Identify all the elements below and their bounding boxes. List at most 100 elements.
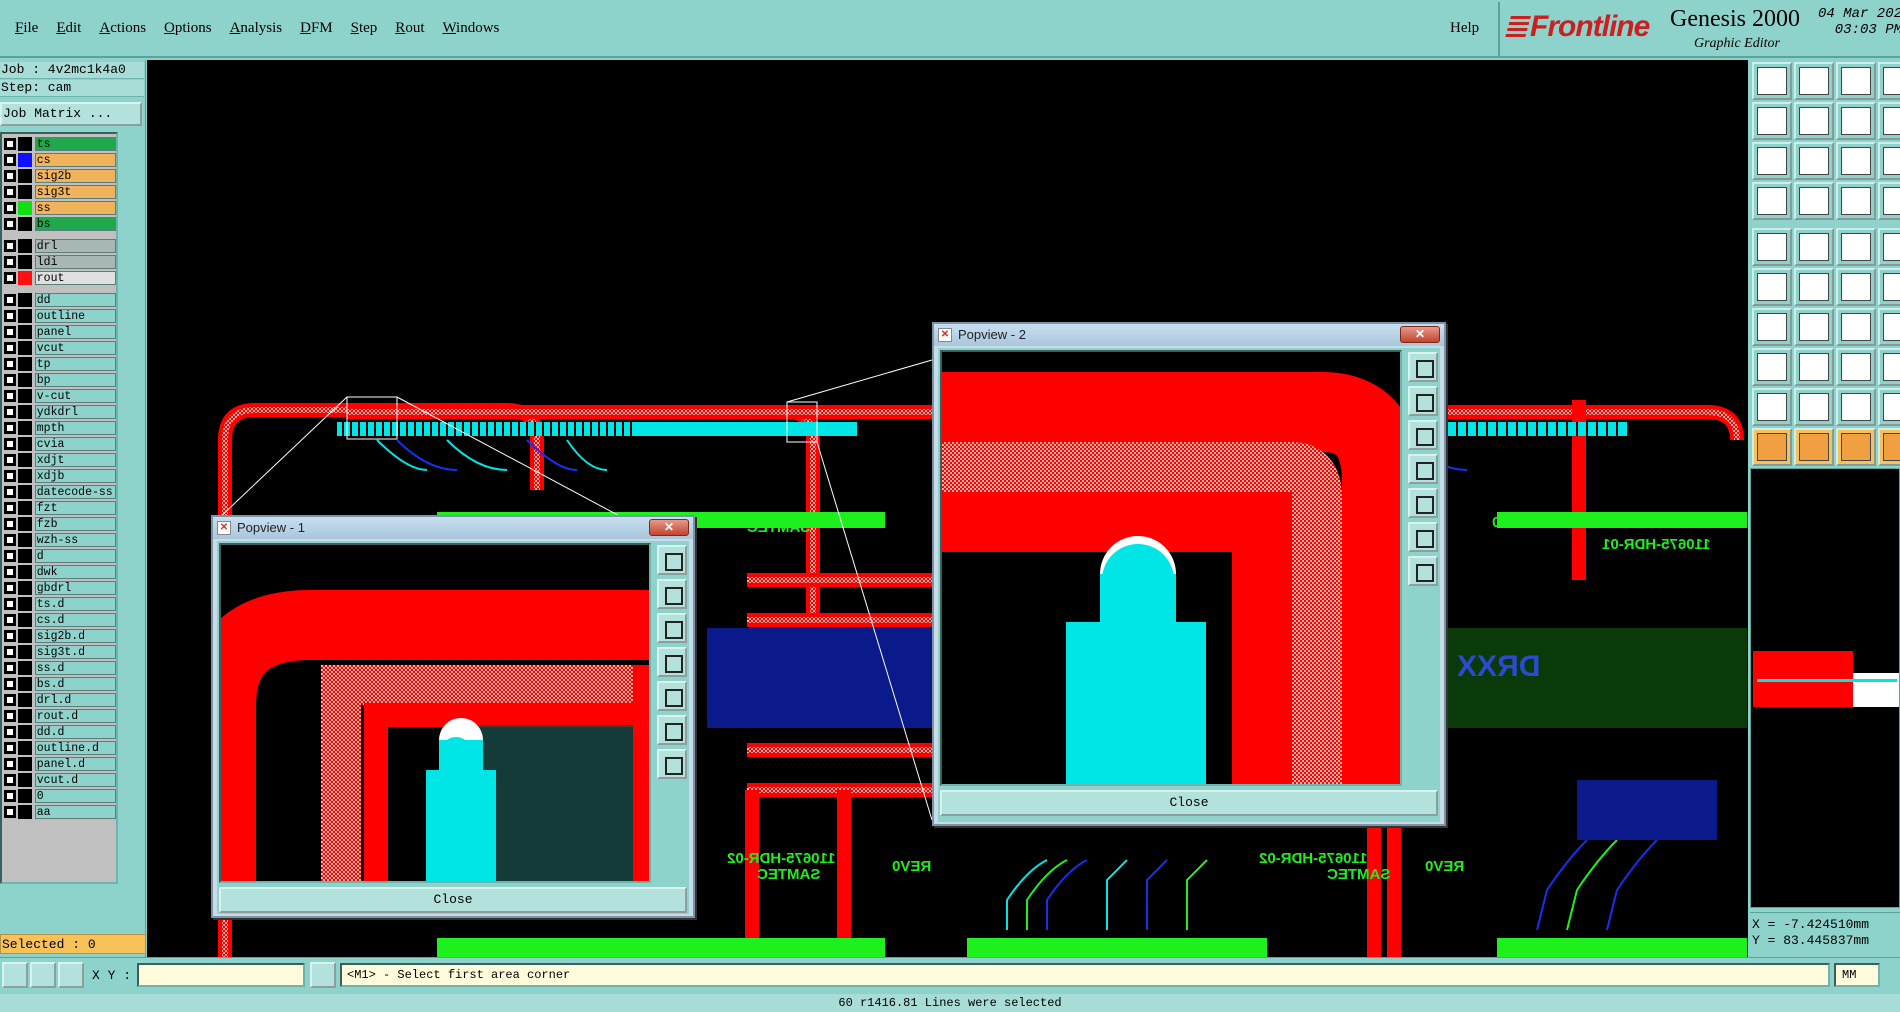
layer-row[interactable]: panel: [2, 324, 116, 340]
layer-color-swatch[interactable]: [17, 693, 32, 707]
job-matrix-button[interactable]: Job Matrix ...: [0, 102, 142, 126]
layer-color-swatch[interactable]: [17, 597, 32, 611]
layer-checkbox[interactable]: [4, 454, 16, 466]
pad-icon[interactable]: [1794, 182, 1834, 220]
layer-color-swatch[interactable]: [17, 773, 32, 787]
menu-analysis[interactable]: Analysis: [221, 20, 292, 37]
layer-row[interactable]: sig2b.d: [2, 628, 116, 644]
layer-name[interactable]: bs.d: [34, 677, 116, 691]
layer-row[interactable]: sig3t.d: [2, 644, 116, 660]
layer-name[interactable]: ldi: [34, 255, 116, 269]
layer-checkbox[interactable]: [4, 806, 16, 818]
zoom-out-button[interactable]: [657, 749, 687, 779]
layer-row[interactable]: xdjb: [2, 468, 116, 484]
layer-checkbox[interactable]: [4, 742, 16, 754]
layer-checkbox[interactable]: [4, 438, 16, 450]
diag-icon[interactable]: [1794, 308, 1834, 346]
layer-color-swatch[interactable]: [17, 153, 32, 167]
layer-row[interactable]: dd.d: [2, 724, 116, 740]
layer-row[interactable]: bs: [2, 216, 116, 232]
layer-color-swatch[interactable]: [17, 741, 32, 755]
layer-name[interactable]: wzh-ss: [34, 533, 116, 547]
pan-up-button[interactable]: [1408, 386, 1438, 416]
layer-row[interactable]: ss.d: [2, 660, 116, 676]
layer-row[interactable]: ydkdrl: [2, 404, 116, 420]
pointer-icon[interactable]: [1752, 428, 1792, 466]
units-selector[interactable]: MM: [1834, 963, 1880, 987]
layer-color-swatch[interactable]: [17, 293, 32, 307]
menu-windows[interactable]: Windows: [433, 20, 508, 37]
layer-checkbox[interactable]: [4, 202, 16, 214]
layer-row[interactable]: panel.d: [2, 756, 116, 772]
layer-name[interactable]: rout: [34, 271, 116, 285]
layer-name[interactable]: dd: [34, 293, 116, 307]
popview-2-close-button[interactable]: Close: [940, 790, 1438, 816]
layer-color-swatch[interactable]: [17, 255, 32, 269]
layer-checkbox[interactable]: [4, 502, 16, 514]
triangle-icon[interactable]: [1752, 388, 1792, 426]
angle-icon[interactable]: [1752, 308, 1792, 346]
pan-down-button[interactable]: [1408, 420, 1438, 450]
popview-1-titlebar[interactable]: ✕ Popview - 1 ✕: [213, 517, 693, 539]
layer-name[interactable]: drl: [34, 239, 116, 253]
layer-name[interactable]: dd.d: [34, 725, 116, 739]
layer-color-swatch[interactable]: [17, 421, 32, 435]
bracket-icon[interactable]: [1878, 308, 1900, 346]
menu-step[interactable]: Step: [342, 20, 387, 37]
layer-color-swatch[interactable]: [17, 517, 32, 531]
layer-checkbox[interactable]: [4, 598, 16, 610]
pan-up-button[interactable]: [657, 579, 687, 609]
layer-name[interactable]: xdjb: [34, 469, 116, 483]
layer-name[interactable]: ss: [34, 201, 116, 215]
layer-checkbox[interactable]: [4, 774, 16, 786]
arch-icon[interactable]: [1836, 388, 1876, 426]
layer-color-swatch[interactable]: [17, 709, 32, 723]
layer-row[interactable]: outline.d: [2, 740, 116, 756]
layer-checkbox[interactable]: [4, 342, 16, 354]
layer-checkbox[interactable]: [4, 470, 16, 482]
layer-checkbox[interactable]: [4, 218, 16, 230]
layer-row[interactable]: dd: [2, 292, 116, 308]
layer-checkbox[interactable]: [4, 790, 16, 802]
layer-row[interactable]: ts: [2, 136, 116, 152]
popview-2-titlebar[interactable]: ✕ Popview - 2 ✕: [934, 324, 1444, 346]
layer-name[interactable]: mpth: [34, 421, 116, 435]
layer-name[interactable]: outline: [34, 309, 116, 323]
layer-name[interactable]: v-cut: [34, 389, 116, 403]
layer-color-swatch[interactable]: [17, 239, 32, 253]
layer-row[interactable]: d: [2, 548, 116, 564]
circle-icon[interactable]: [1878, 182, 1900, 220]
layer-row[interactable]: ts.d: [2, 596, 116, 612]
layer-row[interactable]: rout.d: [2, 708, 116, 724]
layer-row[interactable]: gbdrl: [2, 580, 116, 596]
layer-name[interactable]: 0: [34, 789, 116, 803]
layer-checkbox[interactable]: [4, 518, 16, 530]
window-close-button[interactable]: ✕: [649, 519, 689, 536]
layer-name[interactable]: bs: [34, 217, 116, 231]
layer-name[interactable]: tp: [34, 357, 116, 371]
snap-point-icon[interactable]: [1878, 228, 1900, 266]
arrow-left-icon[interactable]: [1752, 102, 1792, 140]
menu-dfm[interactable]: DFM: [291, 20, 342, 37]
zoom-in-button[interactable]: [1408, 522, 1438, 552]
line-icon[interactable]: [1878, 142, 1900, 180]
layer-name[interactable]: vcut.d: [34, 773, 116, 787]
measure-icon[interactable]: [30, 962, 56, 988]
mountain-icon[interactable]: [1794, 388, 1834, 426]
layer-row[interactable]: outline: [2, 308, 116, 324]
layer-row[interactable]: datecode-ss: [2, 484, 116, 500]
layer-color-swatch[interactable]: [17, 613, 32, 627]
layer-checkbox[interactable]: [4, 630, 16, 642]
layer-row[interactable]: 0: [2, 788, 116, 804]
menu-help[interactable]: Help: [1450, 20, 1479, 37]
pointer-box-icon[interactable]: [1794, 428, 1834, 466]
zoom-out-button[interactable]: [1408, 556, 1438, 586]
layer-color-swatch[interactable]: [17, 373, 32, 387]
layer-row[interactable]: sig2b: [2, 168, 116, 184]
layer-checkbox[interactable]: [4, 138, 16, 150]
layer-name[interactable]: drl.d: [34, 693, 116, 707]
layer-color-swatch[interactable]: [17, 271, 32, 285]
layer-color-swatch[interactable]: [17, 185, 32, 199]
layer-checkbox[interactable]: [4, 154, 16, 166]
layer-row[interactable]: fzt: [2, 500, 116, 516]
